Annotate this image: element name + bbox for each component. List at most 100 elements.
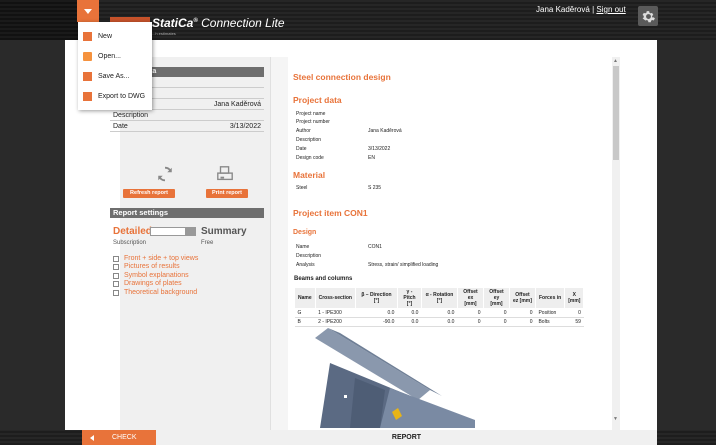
menu-item-label: Open... [98, 52, 121, 60]
checkbox[interactable] [113, 280, 119, 287]
report-row: Description [296, 253, 321, 259]
app-tagline: ...h estimates [152, 31, 176, 36]
material-heading: Material [293, 170, 326, 180]
row-label: Project number [296, 119, 330, 125]
project-item-heading: Project item CON1 [293, 208, 368, 218]
chevron-down-icon [84, 8, 92, 14]
row-value: Jana Kaděrová [368, 128, 402, 134]
table-row: B 2 - IPE200 -90.0 0.0 0.0 0 0 0 Bolts 5… [294, 317, 584, 327]
menu-item-open[interactable]: Open... [78, 46, 152, 66]
registered-mark: ® [193, 18, 198, 24]
user-name: Jana Kaděrová [536, 5, 590, 14]
export-icon [83, 91, 92, 101]
table-cell: 0.0 [397, 317, 422, 327]
date-label: Date [113, 123, 128, 130]
menu-item-export-dwg[interactable]: Export to DWG [78, 86, 152, 106]
gear-icon [642, 10, 655, 22]
table-cell: 59 [564, 317, 584, 327]
detail-level-toggle[interactable] [150, 227, 196, 236]
printer-icon[interactable] [216, 165, 234, 183]
right-margin [657, 40, 716, 430]
column-header: X [mm] [564, 287, 585, 309]
summary-sub-label: Free [201, 240, 214, 246]
top-bar-left-panel [0, 0, 80, 40]
scroll-down-icon[interactable]: ▼ [613, 416, 618, 422]
checkbox[interactable] [113, 289, 119, 296]
table-cell: 0 [509, 308, 536, 318]
app-subtitle: Connection Lite [201, 16, 285, 30]
sign-out-link[interactable]: Sign out [596, 5, 625, 14]
row-label: Project name [296, 111, 326, 117]
row-label: Description [296, 253, 322, 259]
table-cell: 0 [457, 317, 484, 327]
table-cell: -90.0 [355, 317, 398, 327]
report-row: Analysis Stress, strain/ simplified loadi… [296, 262, 438, 268]
scroll-thumb[interactable] [613, 66, 619, 160]
menu-item-save-as[interactable]: Save As... [78, 66, 152, 86]
menu-item-label: Save As... [98, 72, 130, 80]
column-header: Offset ey [mm] [482, 287, 510, 309]
report-settings-header: Report settings [110, 208, 264, 218]
option-label: Drawings of plates [124, 280, 182, 287]
check-tab-button[interactable]: CHECK [82, 430, 156, 445]
table-row: G 1 - IPE300 0.0 0.0 0.0 0 0 0 Position … [294, 308, 584, 318]
report-row: Description [296, 137, 321, 143]
option-label: Theoretical background [124, 289, 198, 296]
project-data-heading: Project data [293, 95, 342, 105]
print-report-button[interactable]: Print report [206, 189, 248, 198]
row-value: S 235 [368, 185, 382, 191]
separator: | [592, 5, 595, 14]
table-cell: 0.0 [421, 317, 458, 327]
connection-3d-model [315, 328, 475, 428]
settings-button[interactable] [638, 6, 658, 26]
table-cell: 2 - IPE200 [315, 317, 356, 327]
checkbox[interactable] [113, 272, 119, 279]
panel-divider[interactable] [270, 57, 288, 430]
detailed-option[interactable]: Detailed [113, 226, 152, 237]
refresh-report-button[interactable]: Refresh report [123, 189, 175, 198]
option-checkbox[interactable]: Drawings of plates [113, 280, 182, 287]
report-row: Author Jana Kaděrová [296, 128, 402, 134]
save-icon [83, 71, 92, 81]
table-cell: 0.0 [397, 308, 422, 318]
report-title: Steel connection design [293, 72, 391, 82]
column-header: γ - Pitch [°] [396, 287, 422, 309]
table-cell: B [294, 317, 316, 327]
report-row: Name CON1 [296, 244, 382, 250]
table-cell: 0 [509, 317, 536, 327]
checkbox[interactable] [113, 263, 119, 270]
option-checkbox[interactable]: Pictures of results [113, 263, 180, 270]
row-label: Name [296, 244, 310, 250]
left-margin [0, 40, 65, 430]
column-header: Offset ez [mm] [508, 287, 536, 309]
row-label: Author [296, 128, 311, 134]
table-cell: 0.0 [355, 308, 398, 318]
user-area: Jana Kaděrová | Sign out [536, 5, 626, 14]
column-header: Cross-section [314, 287, 356, 309]
refresh-icon[interactable] [156, 165, 174, 183]
summary-option[interactable]: Summary [201, 226, 247, 237]
new-file-icon [83, 31, 92, 41]
menu-item-new[interactable]: New [78, 26, 152, 46]
date-value[interactable]: 3/13/2022 [230, 122, 261, 132]
report-tab[interactable]: REPORT [156, 430, 657, 445]
app-title: StatiCa® Connection Lite [152, 16, 285, 30]
option-checkbox[interactable]: Front + side + top views [113, 255, 198, 262]
scroll-up-icon[interactable]: ▲ [613, 58, 618, 64]
author-value[interactable]: Jana Kaděrová [214, 100, 261, 110]
option-label: Pictures of results [124, 263, 180, 270]
toggle-knob[interactable] [185, 228, 195, 235]
option-checkbox[interactable]: Symbol explanations [113, 272, 189, 279]
row-label: Steel [296, 185, 308, 191]
design-heading: Design [293, 229, 317, 236]
file-menu-button[interactable] [77, 0, 99, 22]
table-cell: 0.0 [421, 308, 458, 318]
option-label: Symbol explanations [124, 272, 189, 279]
table-cell: Bolts [535, 317, 565, 327]
file-menu-dropdown: New Open... Save As... Export to DWG [78, 22, 152, 110]
column-header: α - Rotation [°] [420, 287, 458, 309]
checkbox[interactable] [113, 255, 119, 262]
beams-table: Name Cross-section β – Direction [°] γ -… [294, 287, 585, 327]
table-cell: 0 [483, 317, 510, 327]
option-checkbox[interactable]: Theoretical background [113, 289, 197, 296]
